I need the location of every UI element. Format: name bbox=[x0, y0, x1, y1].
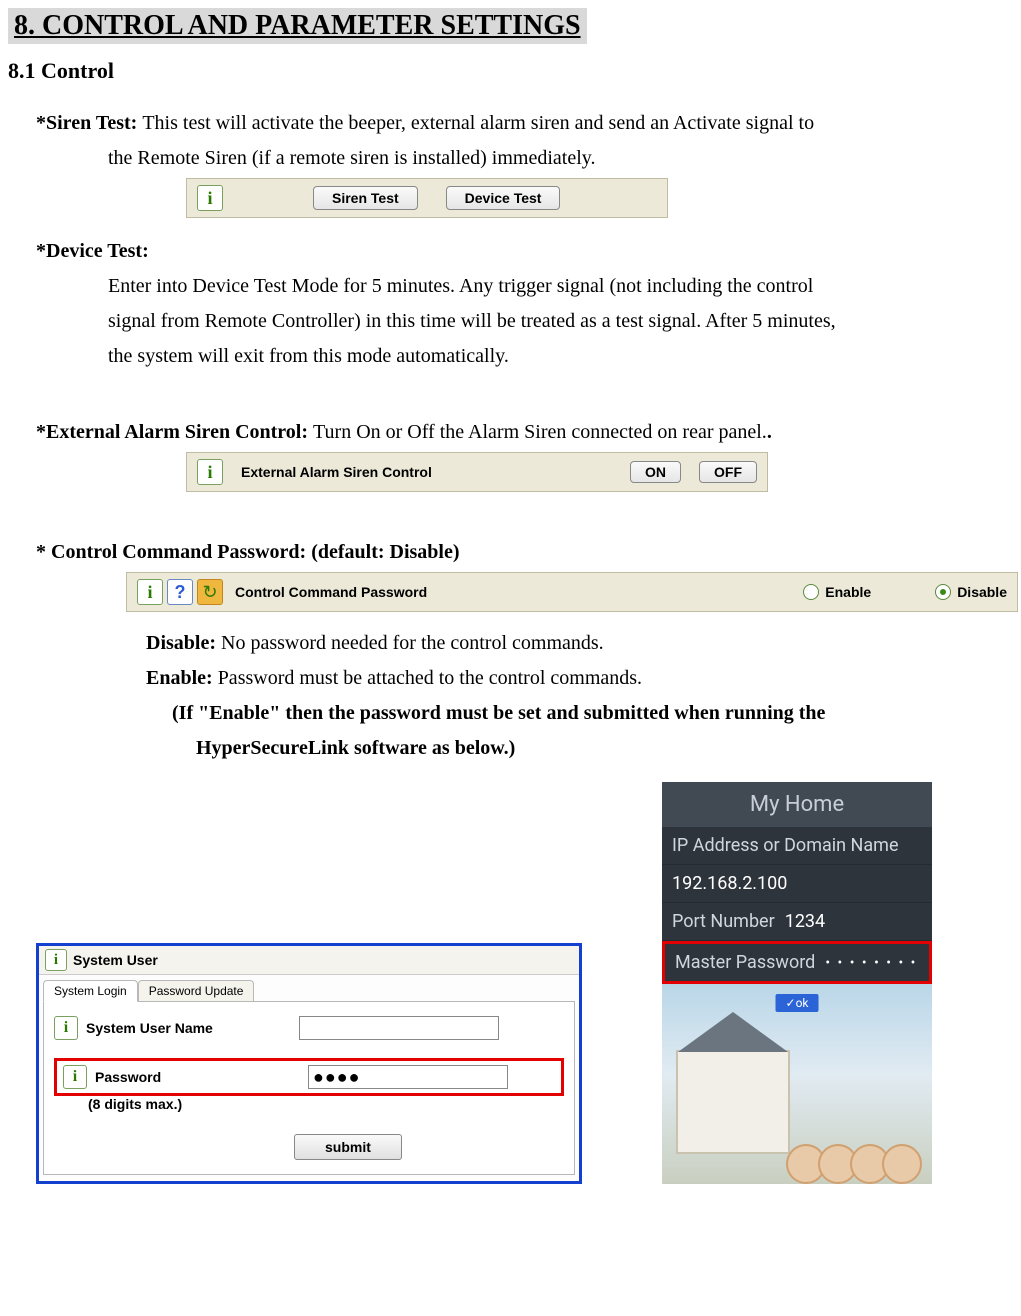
ccp-label: * Control Command Password: (default: Di… bbox=[36, 541, 460, 563]
device-test-label: *Device Test: bbox=[36, 240, 149, 262]
phone-master-label: Master Password bbox=[675, 952, 815, 973]
system-user-dialog: i System User System Login Password Upda… bbox=[36, 943, 582, 1184]
phone-ip-value: 192.168.2.100 bbox=[672, 873, 787, 894]
system-user-titlebar: i System User bbox=[39, 946, 579, 975]
test-buttons-panel: i Siren Test Device Test bbox=[186, 178, 668, 218]
username-row: i System User Name bbox=[54, 1016, 564, 1040]
section-heading: 8.1 Control bbox=[8, 58, 1013, 84]
ext-siren-paragraph: *External Alarm Siren Control: Turn On o… bbox=[36, 417, 1013, 448]
page-title: 8. CONTROL AND PARAMETER SETTINGS bbox=[8, 8, 587, 44]
siren-test-text-line2: the Remote Siren (if a remote siren is i… bbox=[108, 143, 1013, 174]
phone-title: My Home bbox=[662, 782, 932, 827]
ext-siren-text: Turn On or Off the Alarm Siren connected… bbox=[313, 421, 767, 443]
ccp-note-line1: (If "Enable" then the password must be s… bbox=[172, 702, 825, 724]
ccp-disable-text: No password needed for the control comma… bbox=[221, 632, 604, 654]
phone-photo: ✓ok bbox=[662, 984, 932, 1184]
siren-test-paragraph: *Siren Test: This test will activate the… bbox=[36, 108, 1013, 139]
phone-master-value: • • • • • • • • bbox=[825, 955, 917, 971]
submit-button[interactable]: submit bbox=[294, 1134, 402, 1160]
people-graphic bbox=[794, 1144, 922, 1184]
siren-test-button[interactable]: Siren Test bbox=[313, 186, 418, 210]
ccp-enable-text: Password must be attached to the control… bbox=[218, 667, 642, 689]
phone-ip-value-row[interactable]: 192.168.2.100 bbox=[662, 865, 932, 903]
ext-siren-on-button[interactable]: ON bbox=[630, 461, 681, 483]
password-note: (8 digits max.) bbox=[88, 1096, 564, 1112]
refresh-icon[interactable]: ↻ bbox=[197, 579, 223, 605]
info-icon[interactable]: i bbox=[45, 949, 67, 971]
radio-checked-icon bbox=[935, 584, 951, 600]
device-test-button[interactable]: Device Test bbox=[446, 186, 561, 210]
tab-strip: System Login Password Update bbox=[43, 979, 575, 1001]
tab-body: i System User Name i Password (8 digits … bbox=[43, 1001, 575, 1175]
info-icon[interactable]: i bbox=[197, 459, 223, 485]
phone-panel: My Home IP Address or Domain Name 192.16… bbox=[662, 782, 932, 1184]
ccp-disable-radio[interactable]: Disable bbox=[935, 584, 1007, 600]
ext-siren-off-button[interactable]: OFF bbox=[699, 461, 757, 483]
ok-button[interactable]: ✓ok bbox=[776, 994, 819, 1012]
phone-ip-label-row: IP Address or Domain Name bbox=[662, 827, 932, 865]
tab-system-login[interactable]: System Login bbox=[43, 980, 138, 1002]
info-icon[interactable]: i bbox=[197, 185, 223, 211]
phone-port-row[interactable]: Port Number 1234 bbox=[662, 903, 932, 941]
ccp-panel-label: Control Command Password bbox=[235, 584, 799, 600]
tab-password-update[interactable]: Password Update bbox=[138, 980, 255, 1002]
phone-port-value: 1234 bbox=[785, 911, 825, 932]
device-test-text-line2: signal from Remote Controller) in this t… bbox=[108, 306, 1013, 337]
ccp-enable-heading: Enable: bbox=[146, 667, 218, 689]
ccp-panel: i ? ↻ Control Command Password Enable Di… bbox=[126, 572, 1018, 612]
device-test-text-line3: the system will exit from this mode auto… bbox=[108, 341, 1013, 372]
phone-master-password-row[interactable]: Master Password • • • • • • • • bbox=[662, 941, 932, 984]
username-input[interactable] bbox=[299, 1016, 499, 1040]
siren-test-text-line1: This test will activate the beeper, exte… bbox=[142, 112, 814, 134]
ext-siren-panel-label: External Alarm Siren Control bbox=[241, 464, 612, 480]
ccp-disable-radio-label: Disable bbox=[957, 584, 1007, 600]
username-label: System User Name bbox=[86, 1020, 291, 1036]
help-icon[interactable]: ? bbox=[167, 579, 193, 605]
phone-port-label: Port Number bbox=[672, 911, 775, 932]
ext-siren-panel: i External Alarm Siren Control ON OFF bbox=[186, 452, 768, 492]
siren-test-label: *Siren Test: bbox=[36, 112, 142, 134]
password-row-highlight: i Password bbox=[54, 1058, 564, 1096]
ext-siren-label: *External Alarm Siren Control: bbox=[36, 421, 313, 443]
ccp-disable-heading: Disable: bbox=[146, 632, 221, 654]
ccp-enable-radio-label: Enable bbox=[825, 584, 871, 600]
password-input[interactable] bbox=[308, 1065, 508, 1089]
info-icon[interactable]: i bbox=[137, 579, 163, 605]
ccp-enable-radio[interactable]: Enable bbox=[803, 584, 871, 600]
ccp-note-line2: HyperSecureLink software as below.) bbox=[196, 737, 515, 759]
info-icon[interactable]: i bbox=[63, 1065, 87, 1089]
house-graphic bbox=[676, 1050, 790, 1154]
info-icon[interactable]: i bbox=[54, 1016, 78, 1040]
system-user-title: System User bbox=[73, 952, 158, 968]
radio-icon bbox=[803, 584, 819, 600]
device-test-text-line1: Enter into Device Test Mode for 5 minute… bbox=[108, 271, 1013, 302]
password-label: Password bbox=[95, 1069, 300, 1085]
